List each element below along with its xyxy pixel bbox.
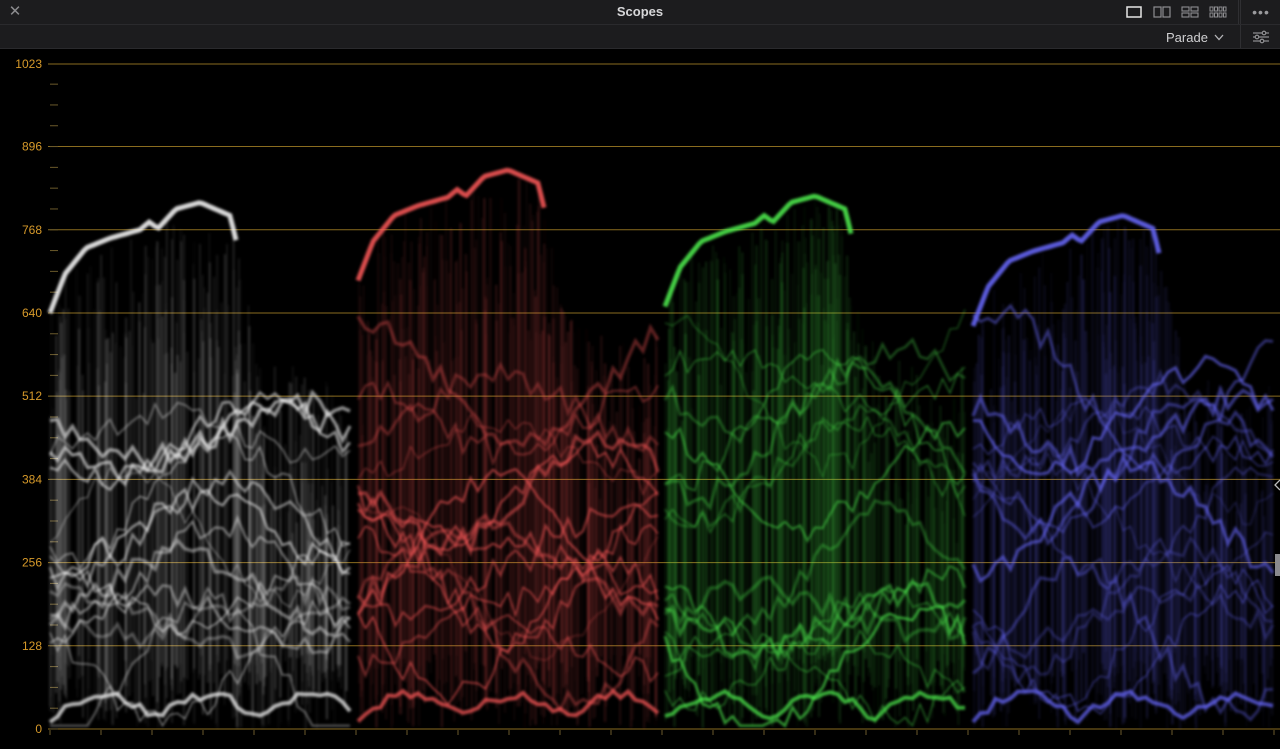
grid-view-icon[interactable]: [1204, 0, 1232, 24]
parade-channel-red: [355, 167, 660, 729]
y-axis-tick-label: 512: [22, 389, 42, 403]
y-axis-tick-label: 0: [35, 722, 42, 736]
y-axis-tick-label: 640: [22, 306, 42, 320]
y-axis-tick-label: 896: [22, 140, 42, 154]
divider: [1238, 0, 1239, 24]
scrollbar-thumb[interactable]: [1275, 554, 1280, 576]
y-axis-tick-label: 256: [22, 556, 42, 570]
y-axis-tick-label: 1023: [15, 57, 42, 71]
parade-channel-green: [662, 193, 967, 729]
title-bar: ✕ Scopes •••: [0, 0, 1280, 25]
window-title: Scopes: [616, 4, 664, 19]
dual-view-icon[interactable]: [1148, 0, 1176, 24]
more-options-icon[interactable]: •••: [1240, 0, 1280, 24]
sliders-settings-icon[interactable]: [1240, 25, 1280, 48]
single-view-icon[interactable]: [1120, 0, 1148, 24]
side-panel-expand-icon[interactable]: [1274, 479, 1280, 491]
parade-waveform: 1023 896 768 640 512 384 256 128 0: [15, 57, 1280, 736]
layout-toggle-group: [1120, 0, 1232, 24]
scope-toolbar: Parade: [0, 25, 1280, 49]
y-axis-tick-label: 384: [22, 472, 42, 486]
quad-view-icon[interactable]: [1176, 0, 1204, 24]
scope-mode-label: Parade: [1166, 29, 1208, 45]
y-axis-tick-label: 768: [22, 223, 42, 237]
chevron-down-icon: [1214, 34, 1224, 40]
parade-channel-blue: [970, 213, 1275, 729]
waveform-shadow-trace: [356, 688, 660, 723]
y-axis-tick-label: 128: [22, 639, 42, 653]
parade-channel-luma: [47, 200, 352, 729]
parade-scope: 1023 896 768 640 512 384 256 128 0: [0, 49, 1280, 744]
scope-mode-dropdown[interactable]: Parade: [1166, 28, 1224, 46]
